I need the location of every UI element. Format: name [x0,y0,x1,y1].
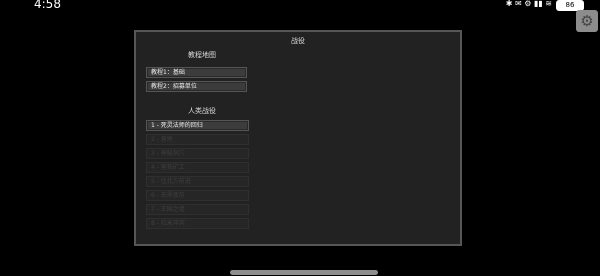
tutorial-button-2[interactable]: 教程2：招募单位 [146,81,247,92]
gear-icon[interactable]: ⚙ [576,10,598,32]
mission-button-5: 5 - 往北方前进 [146,176,249,187]
mission-button-7: 7 - 王国之墙 [146,204,249,215]
status-clock: 4:58 [34,0,61,11]
mission-button-3: 3 - 神秘洞穴 [146,148,249,159]
mission-button-8: 8 - 拉米冲突 [146,218,249,229]
status-icons: ✱ ✉ ⚙ ▮▮ ≋ [505,0,552,8]
mission-button-6: 6 - 去黑夜前 [146,190,249,201]
tutorial-section-title: 教程地图 [188,51,216,59]
home-indicator[interactable] [230,270,378,275]
tutorial-button-1[interactable]: 教程1：基础 [146,67,247,78]
mission-button-2: 2 - 营地 [146,134,249,145]
mission-button-4: 4 - 营救矿工 [146,162,249,173]
campaign-panel: 战役 教程地图 教程1：基础 教程2：招募单位 人类战役 1 - 死灵法师的回归… [134,30,462,246]
mission-button-1[interactable]: 1 - 死灵法师的回归 [146,120,249,131]
human-campaign-title: 人类战役 [188,107,216,115]
status-bar: 4:58 ✱ ✉ ⚙ ▮▮ ≋ 86 [0,0,600,14]
panel-title: 战役 [291,37,305,45]
